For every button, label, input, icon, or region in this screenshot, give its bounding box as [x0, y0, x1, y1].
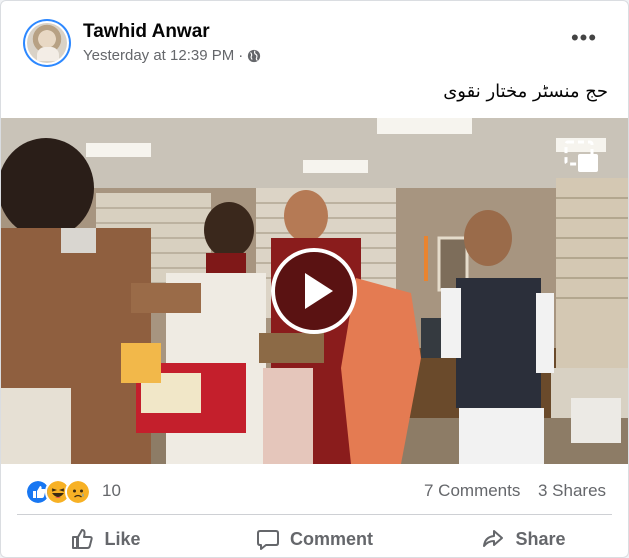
thumbs-up-icon	[72, 529, 94, 549]
like-button[interactable]: Like	[1, 519, 210, 557]
shares-count[interactable]: 3 Shares	[538, 481, 606, 501]
post-meta: Yesterday at 12:39 PM ·	[83, 47, 261, 64]
post-card: Tawhid Anwar Yesterday at 12:39 PM · •••…	[0, 0, 629, 558]
picture-in-picture-icon[interactable]	[564, 140, 600, 174]
reaction-count[interactable]: 10	[102, 481, 121, 501]
reaction-icons[interactable]	[25, 479, 91, 505]
sad-reaction-icon	[65, 479, 91, 505]
post-timestamp[interactable]: Yesterday at 12:39 PM	[83, 47, 234, 64]
meta-separator: ·	[238, 47, 244, 64]
comment-button[interactable]: Comment	[210, 519, 419, 557]
post-header: Tawhid Anwar Yesterday at 12:39 PM · •••	[1, 1, 628, 77]
play-button[interactable]	[271, 248, 357, 334]
actions-divider	[17, 514, 612, 515]
like-label: Like	[104, 528, 141, 549]
comment-icon	[256, 530, 279, 550]
share-icon	[483, 530, 504, 547]
avatar-frame	[25, 21, 69, 65]
post-stats: 10 7 Comments 3 Shares	[1, 467, 628, 513]
comments-count[interactable]: 7 Comments	[424, 481, 520, 501]
avatar-image	[27, 23, 67, 63]
more-options-button[interactable]: •••	[567, 27, 601, 53]
author-name[interactable]: Tawhid Anwar	[83, 21, 210, 43]
comment-label: Comment	[289, 528, 373, 549]
post-video[interactable]	[1, 118, 628, 464]
post-actions: Like Comment Share	[1, 519, 628, 557]
share-label: Share	[515, 528, 566, 549]
share-button[interactable]: Share	[419, 519, 628, 557]
author-avatar[interactable]	[23, 19, 71, 67]
post-caption: حج منسٹر مختار نقوی	[443, 81, 608, 102]
globe-icon[interactable]	[247, 49, 261, 63]
